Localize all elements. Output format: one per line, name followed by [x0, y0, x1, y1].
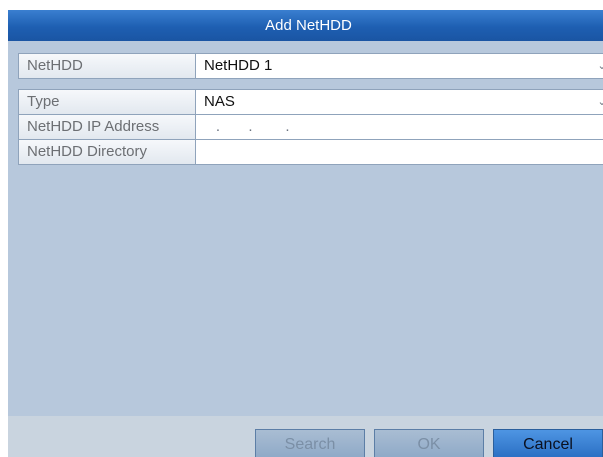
add-nethdd-dialog: Add NetHDD NetHDD NetHDD 1 ⌄ Type NAS ⌄ … — [8, 10, 603, 457]
directory-row[interactable]: NetHDD Directory — [18, 139, 603, 165]
directory-label: NetHDD Directory — [19, 140, 196, 164]
cancel-button[interactable]: Cancel — [493, 429, 603, 457]
ip-address-row[interactable]: NetHDD IP Address ... — [18, 114, 603, 140]
type-label: Type — [19, 90, 196, 114]
nethdd-select[interactable]: NetHDD 1 — [196, 54, 603, 78]
nethdd-select-row[interactable]: NetHDD NetHDD 1 ⌄ — [18, 53, 603, 79]
dialog-title: Add NetHDD — [8, 10, 603, 41]
chevron-down-icon[interactable]: ⌄ — [597, 54, 603, 78]
ip-octet-separators: ... — [215, 118, 290, 135]
type-select[interactable]: NAS — [196, 90, 603, 114]
chevron-down-icon[interactable]: ⌄ — [597, 90, 603, 114]
search-button[interactable]: Search — [255, 429, 365, 457]
ip-address-input[interactable]: ... — [196, 115, 603, 139]
type-select-row[interactable]: Type NAS ⌄ — [18, 89, 603, 115]
directory-input[interactable] — [196, 140, 603, 164]
nethdd-label: NetHDD — [19, 54, 196, 78]
ip-address-label: NetHDD IP Address — [19, 115, 196, 139]
ok-button[interactable]: OK — [374, 429, 484, 457]
